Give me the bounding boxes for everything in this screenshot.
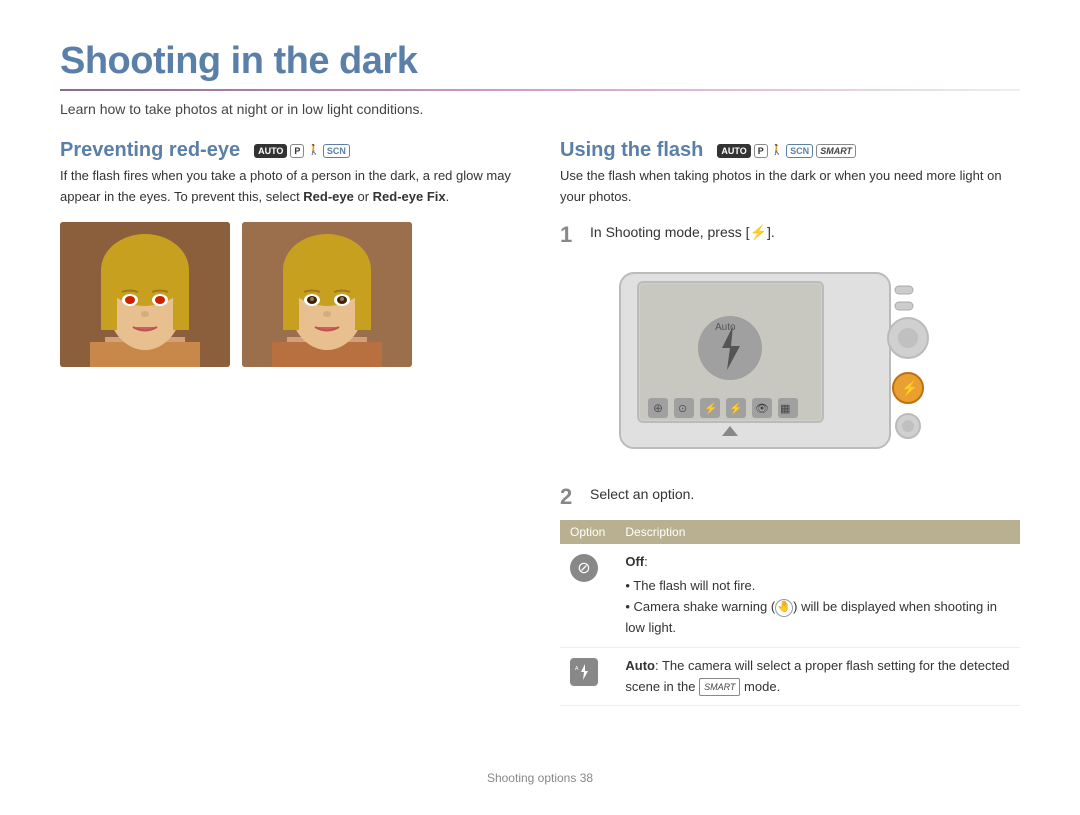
left-section-desc: If the flash fires when you take a photo…	[60, 166, 520, 208]
page-title: Shooting in the dark	[60, 40, 1020, 83]
shake-icon: 🤚	[775, 599, 793, 617]
page: Shooting in the dark Learn how to take p…	[0, 0, 1080, 815]
auto-description: Auto: The camera will select a proper fl…	[625, 656, 1010, 698]
svg-text:⚡: ⚡	[729, 402, 743, 415]
r-badge-smart: SMART	[816, 144, 856, 158]
svg-text:⚡: ⚡	[901, 380, 918, 397]
badge-scn: SCN	[323, 144, 350, 158]
svg-text:⚡: ⚡	[704, 402, 718, 415]
right-section-desc: Use the flash when taking photos in the …	[560, 166, 1020, 208]
svg-text:👁: 👁	[755, 403, 769, 415]
step-2-number: 2	[560, 486, 580, 508]
left-section-title: Preventing red-eye AUTO P 🚶 SCN	[60, 139, 520, 162]
step-1-text: In Shooting mode, press [⚡].	[590, 222, 775, 243]
r-badge-p: P	[754, 144, 768, 158]
left-mode-badges: AUTO P 🚶 SCN	[254, 144, 350, 158]
svg-text:Auto: Auto	[715, 322, 736, 333]
table-header-option: Option	[560, 520, 615, 544]
right-mode-badges: AUTO P 🚶 SCN SMART	[717, 144, 856, 158]
table-cell-auto-desc: Auto: The camera will select a proper fl…	[615, 647, 1020, 706]
svg-text:⊙: ⊙	[678, 403, 687, 415]
photo-before	[60, 222, 230, 367]
table-row-off: ⊘ Off: The flash will not fire. Camera s…	[560, 544, 1020, 648]
step-1: 1 In Shooting mode, press [⚡].	[560, 222, 1020, 246]
off-bullets: The flash will not fire. Camera shake wa…	[625, 576, 1010, 638]
step-2: 2 Select an option.	[560, 484, 1020, 508]
right-column: Using the flash AUTO P 🚶 SCN SMART Use t…	[560, 139, 1020, 751]
photo-after	[242, 222, 412, 367]
table-header-description: Description	[615, 520, 1020, 544]
photo-row	[60, 222, 520, 367]
title-divider	[60, 89, 1020, 91]
svg-text:▦: ▦	[780, 403, 790, 415]
left-column: Preventing red-eye AUTO P 🚶 SCN If the f…	[60, 139, 520, 751]
badge-icon-person: 🚶	[307, 145, 319, 156]
option-table: Option Description ⊘ Off:	[560, 520, 1020, 707]
off-bullet-2: Camera shake warning (🤚) will be display…	[625, 597, 1010, 639]
r-badge-person-icon: 🚶	[771, 145, 783, 156]
r-badge-auto: AUTO	[717, 144, 750, 158]
svg-text:⊕: ⊕	[653, 401, 663, 415]
badge-auto: AUTO	[254, 144, 287, 158]
step-1-number: 1	[560, 224, 580, 246]
right-section-title: Using the flash AUTO P 🚶 SCN SMART	[560, 139, 1020, 162]
step-2-text: Select an option.	[590, 484, 694, 505]
two-column-layout: Preventing red-eye AUTO P 🚶 SCN If the f…	[60, 139, 1020, 751]
preventing-redeye-label: Preventing red-eye	[60, 139, 240, 162]
off-description: Off: The flash will not fire. Camera sha…	[625, 552, 1010, 639]
off-bullet-1: The flash will not fire.	[625, 576, 1010, 597]
option-icon-auto: A	[570, 658, 598, 686]
table-cell-off-desc: Off: The flash will not fire. Camera sha…	[615, 544, 1020, 648]
footer-text: Shooting options 38	[487, 771, 593, 785]
table-row-auto: A Auto: The camera will select a proper …	[560, 647, 1020, 706]
footer: Shooting options 38	[60, 763, 1020, 785]
smart-mode-badge: SMART	[699, 678, 740, 696]
badge-p: P	[290, 144, 304, 158]
page-subtitle: Learn how to take photos at night or in …	[60, 101, 1020, 117]
r-badge-scn: SCN	[786, 144, 813, 158]
option-icon-off: ⊘	[570, 554, 598, 582]
using-flash-label: Using the flash	[560, 139, 703, 162]
camera-diagram: Auto ⊕ ⊙ ⚡ ⚡	[590, 258, 950, 468]
